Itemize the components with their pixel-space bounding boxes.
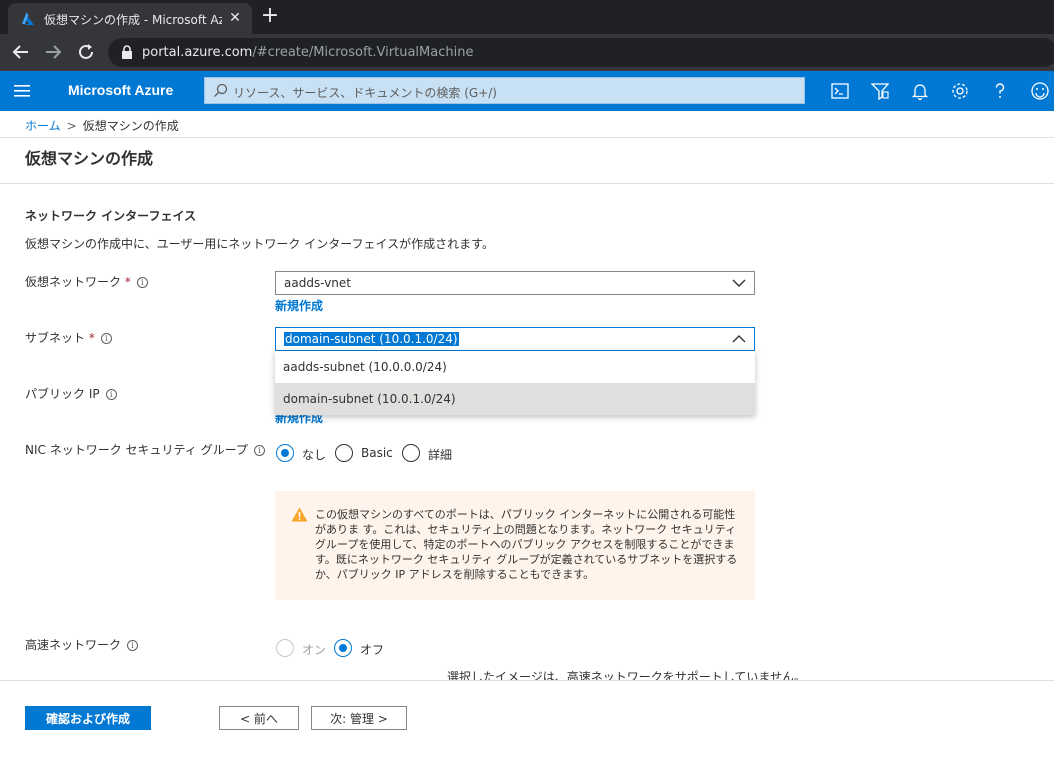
accelerated-note: 選択したイメージは、高速ネットワークをサポートしていません。 [447, 670, 807, 680]
warning-text: この仮想マシンのすべてのポートは、パブリック インターネットに公開される可能性が… [315, 508, 738, 581]
tab-title: 仮想マシンの作成 - Microsoft Azure [44, 13, 222, 27]
search-input[interactable]: リソース、サービス、ドキュメントの検索 (G+/) [204, 77, 805, 104]
reload-icon[interactable] [75, 41, 97, 63]
nsg-label-text: NIC ネットワーク セキュリティ グループ [25, 443, 248, 457]
url-path: /#create/Microsoft.VirtualMachine [252, 45, 474, 60]
accelerated-option-label: オフ [360, 643, 385, 657]
azure-favicon-icon [22, 12, 34, 25]
help-icon[interactable] [989, 80, 1011, 102]
accelerated-label: 高速ネットワーク i [25, 636, 139, 653]
info-icon[interactable]: i [136, 277, 148, 288]
info-icon[interactable]: i [105, 389, 117, 400]
nsg-radio-basic[interactable] [335, 444, 353, 462]
section-description: 仮想マシンの作成中に、ユーザー用にネットワーク インターフェイスが作成されます。 [25, 237, 494, 251]
vnet-select[interactable]: aadds-vnet [275, 271, 755, 295]
search-icon [214, 83, 228, 97]
address-bar[interactable]: portal.azure.com/#create/Microsoft.Virtu… [108, 38, 1054, 67]
notifications-icon[interactable] [909, 80, 931, 102]
accelerated-radio-on [276, 639, 294, 657]
subnet-value: domain-subnet (10.0.1.0/24) [284, 332, 459, 346]
page-title: 仮想マシンの作成 [25, 149, 154, 168]
subnet-label: サブネット * i [25, 329, 112, 346]
feedback-smiley-icon[interactable] [1029, 80, 1051, 102]
nsg-radio-advanced[interactable] [402, 444, 420, 462]
breadcrumb-current: 仮想マシンの作成 [82, 119, 179, 133]
public-ip-label: パブリック IP i [25, 385, 117, 402]
info-icon[interactable]: i [253, 445, 265, 456]
vnet-label-text: 仮想ネットワーク [25, 275, 122, 289]
subnet-value-text: domain-subnet (10.0.1.0/24) [284, 332, 459, 346]
subnet-option[interactable]: aadds-subnet (10.0.0.0/24) [275, 351, 755, 383]
review-create-button[interactable]: 確認および作成 [25, 706, 151, 730]
chevron-up-icon [732, 335, 746, 343]
accelerated-label-text: 高速ネットワーク [25, 638, 122, 652]
nsg-label: NIC ネットワーク セキュリティ グループ i [25, 441, 265, 458]
info-icon[interactable]: i [100, 333, 112, 344]
divider [0, 137, 1054, 138]
directory-filter-icon[interactable] [869, 80, 891, 102]
subnet-select[interactable]: domain-subnet (10.0.1.0/24) [275, 327, 755, 351]
subnet-dropdown-list: aadds-subnet (10.0.0.0/24) domain-subnet… [275, 351, 755, 415]
close-tab-icon[interactable]: ✕ [226, 9, 244, 27]
accelerated-radio-off[interactable] [334, 639, 352, 657]
warning-icon [291, 507, 308, 522]
url-text: portal.azure.com/#create/Microsoft.Virtu… [142, 45, 473, 60]
section-title: ネットワーク インターフェイス [25, 209, 197, 223]
browser-tabstrip: 仮想マシンの作成 - Microsoft Azure ✕ + [0, 0, 1054, 34]
accelerated-option-label: オン [302, 643, 327, 657]
previous-button[interactable]: < 前へ [219, 706, 299, 730]
divider [0, 183, 1054, 184]
nsg-option-label: Basic [361, 446, 393, 460]
forward-arrow-icon[interactable] [42, 41, 64, 63]
subnet-option-selected[interactable]: domain-subnet (10.0.1.0/24) [275, 383, 755, 415]
required-marker: * [124, 275, 131, 289]
nsg-radio-none[interactable] [276, 444, 294, 462]
info-icon[interactable]: i [127, 640, 139, 651]
azure-header: Microsoft Azure リソース、サービス、ドキュメントの検索 (G+/… [0, 71, 1054, 111]
next-button[interactable]: 次: 管理 > [311, 706, 407, 730]
new-tab-icon[interactable]: + [259, 5, 281, 27]
breadcrumb: ホーム > 仮想マシンの作成 [25, 117, 179, 134]
vnet-label: 仮想ネットワーク * i [25, 273, 148, 290]
required-marker: * [88, 331, 95, 345]
public-ip-label-text: パブリック IP [25, 387, 100, 401]
cloud-shell-icon[interactable] [829, 80, 851, 102]
lock-icon [122, 45, 132, 59]
vnet-create-new-link[interactable]: 新規作成 [275, 297, 323, 314]
browser-tab[interactable]: 仮想マシンの作成 - Microsoft Azure ✕ [8, 3, 252, 34]
chevron-down-icon [732, 279, 746, 287]
browser-toolbar: portal.azure.com/#create/Microsoft.Virtu… [0, 34, 1054, 71]
warning-banner: この仮想マシンのすべてのポートは、パブリック インターネットに公開される可能性が… [275, 491, 755, 600]
back-arrow-icon[interactable] [10, 41, 32, 63]
search-placeholder: リソース、サービス、ドキュメントの検索 (G+/) [233, 86, 497, 100]
nsg-option-label: なし [302, 448, 327, 462]
breadcrumb-home-link[interactable]: ホーム [25, 119, 61, 133]
menu-icon[interactable] [14, 83, 32, 99]
footer [0, 681, 1054, 760]
subnet-label-text: サブネット [25, 331, 86, 345]
url-host: portal.azure.com [142, 45, 253, 60]
nsg-option-label: 詳細 [428, 448, 453, 462]
brand-title[interactable]: Microsoft Azure [68, 82, 173, 98]
settings-icon[interactable] [949, 80, 971, 102]
breadcrumb-separator: > [66, 119, 77, 133]
vnet-value: aadds-vnet [284, 276, 351, 290]
